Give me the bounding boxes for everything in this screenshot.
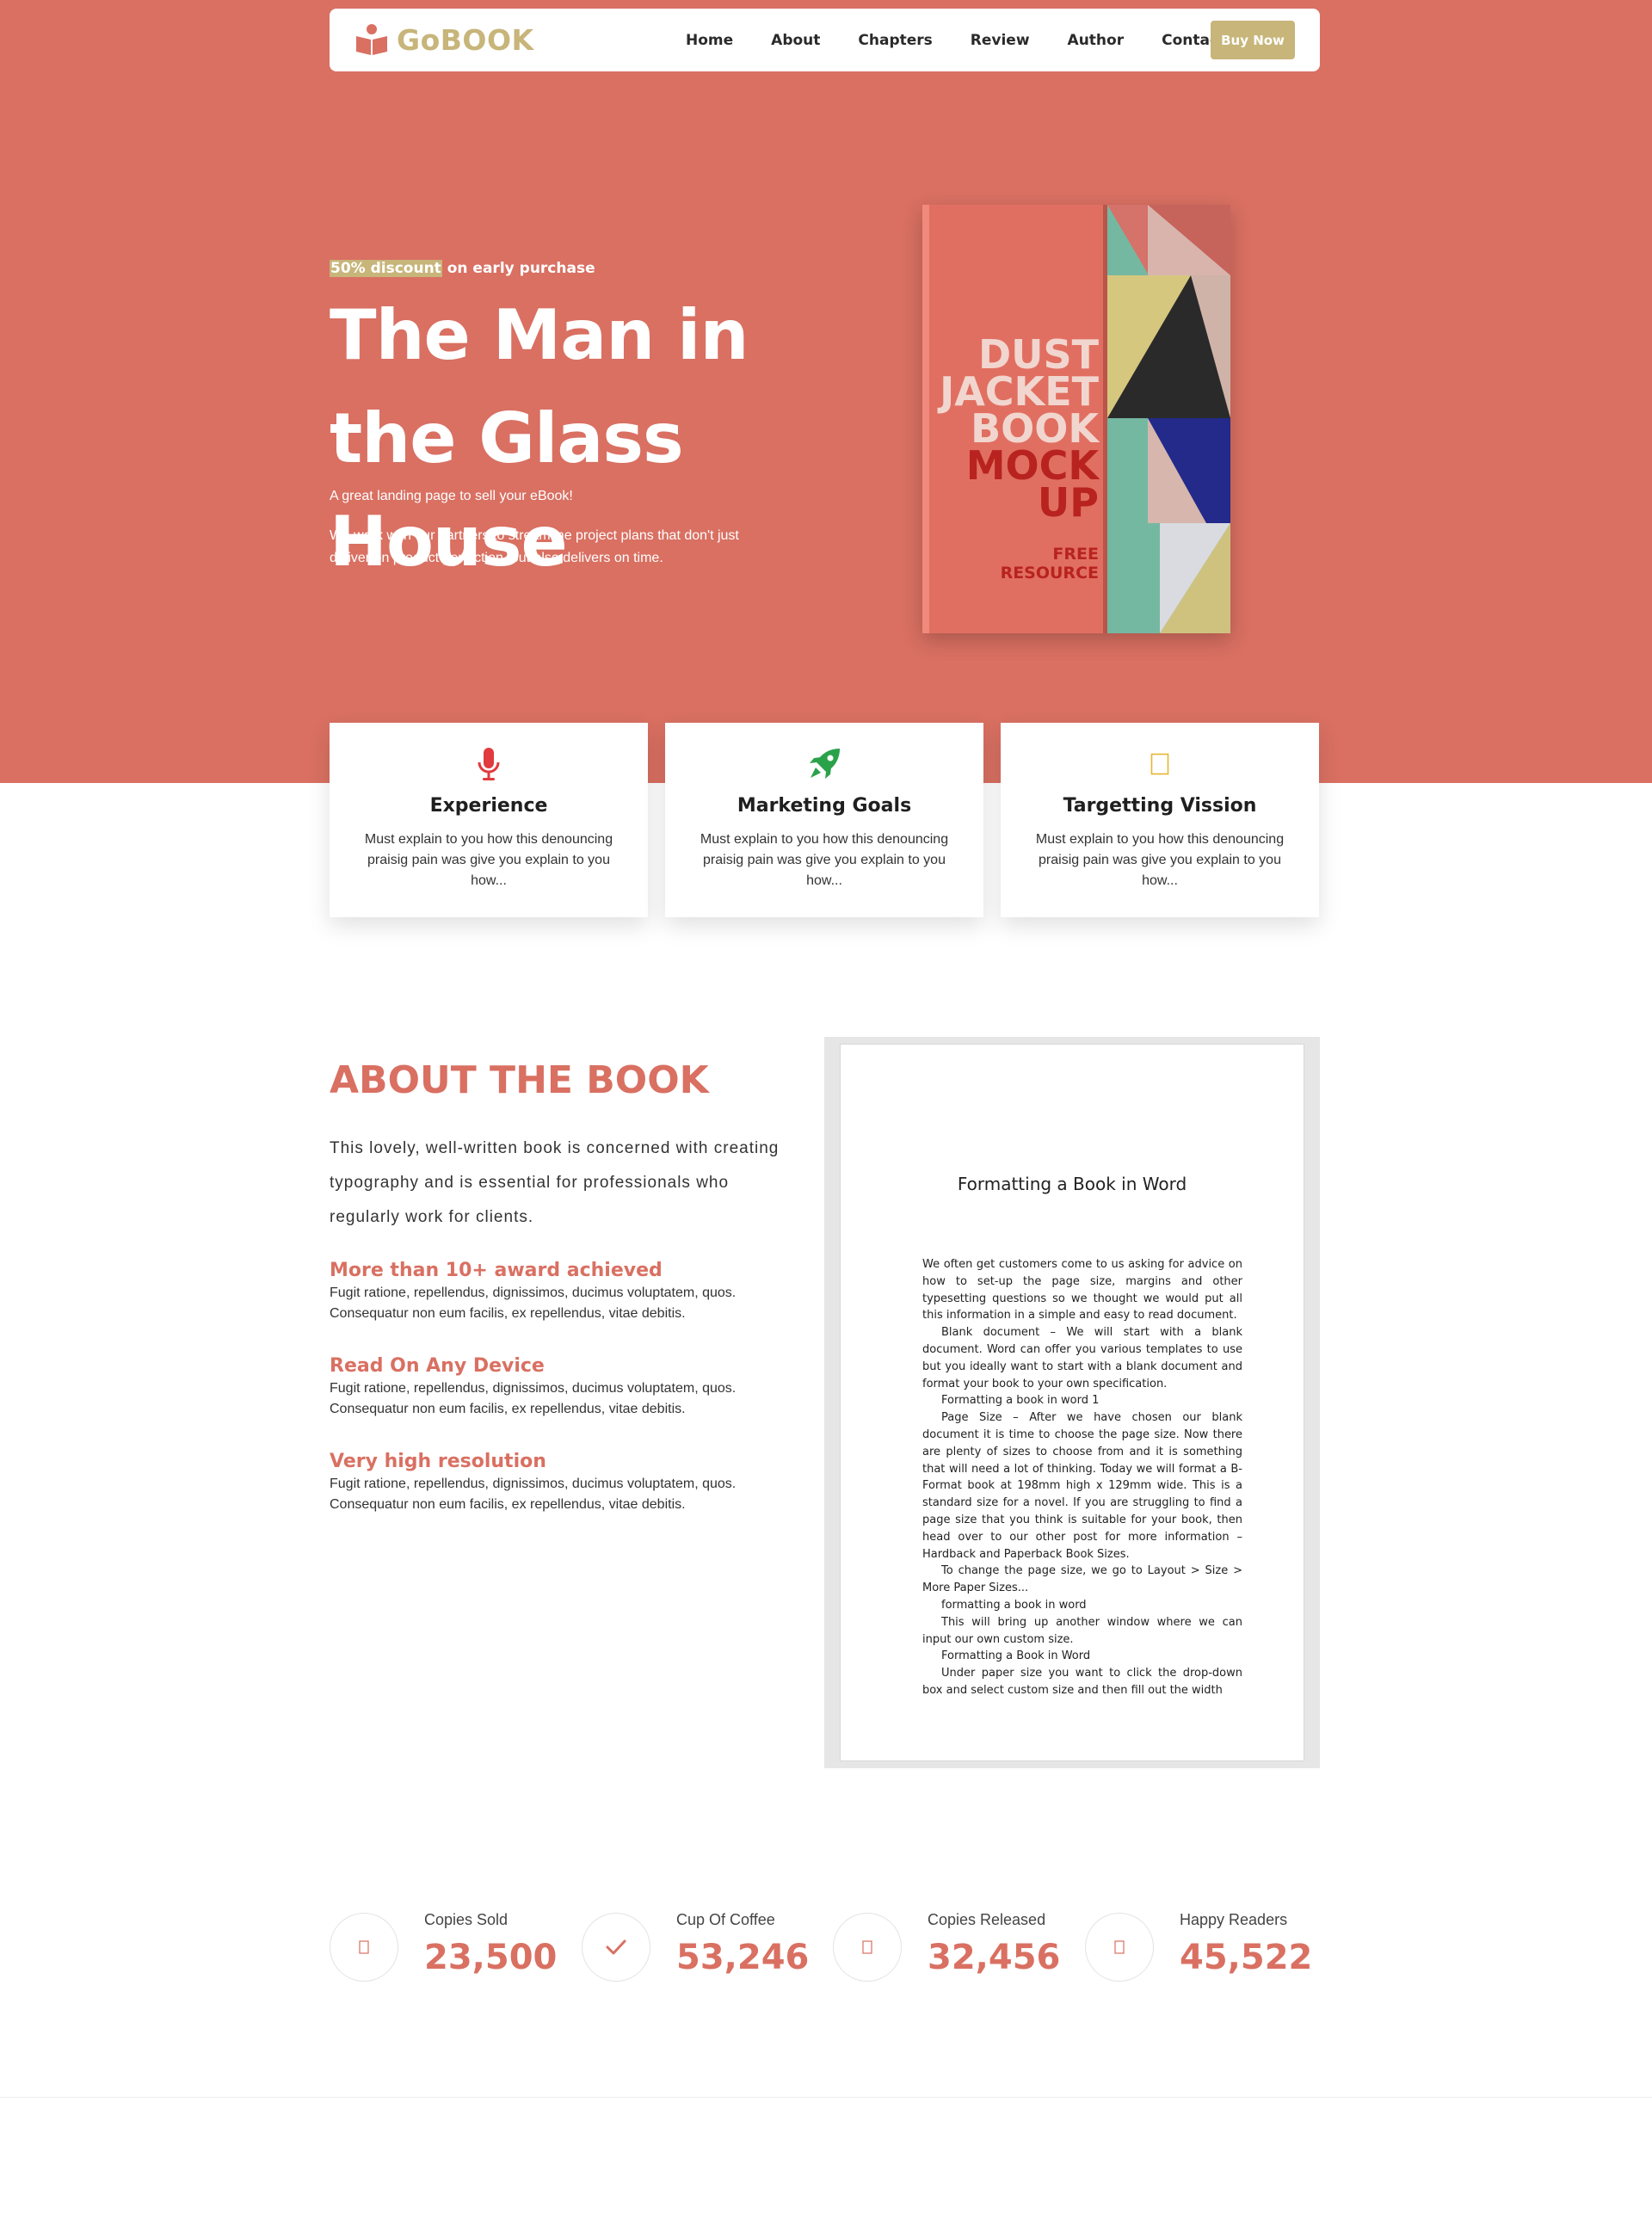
stat-icon-circle xyxy=(330,1913,398,1982)
stat-icon-circle xyxy=(582,1913,650,1982)
stat-icon-circle xyxy=(833,1913,902,1982)
document-paragraph: Formatting a Book in Word xyxy=(941,1649,1091,1663)
document-page: Formatting a Book in Word We often get c… xyxy=(840,1044,1304,1761)
stat-happy-readers: Happy Readers 45,522 xyxy=(1085,1908,1335,1986)
stat-label: Copies Sold xyxy=(424,1911,509,1928)
document-paragraph: We often get customers come to us asking… xyxy=(922,1258,1242,1323)
stat-label: Cup Of Coffee xyxy=(676,1911,775,1928)
missing-glyph-icon xyxy=(862,1940,872,1954)
book-reader-icon xyxy=(356,24,387,55)
about-point: Read On Any Device Fugit ratione, repell… xyxy=(330,1355,811,1420)
about-point-title: Very high resolution xyxy=(330,1451,546,1472)
about-point-text: Fugit ratione, repellendus, dignissimos,… xyxy=(330,1381,737,1416)
document-paragraph: To change the page size, we go to Layout… xyxy=(922,1564,1242,1595)
hero-section: GoBOOK Home About Chapters Review Author… xyxy=(0,0,1652,783)
kicker-text: on early purchase xyxy=(441,260,595,277)
about-point-text: Fugit ratione, repellendus, dignissimos,… xyxy=(330,1286,737,1321)
nav-review[interactable]: Review xyxy=(971,32,1030,49)
book-cover-free: FREE xyxy=(1052,545,1099,564)
stat-cup-of-coffee: Cup Of Coffee 53,246 xyxy=(582,1908,831,1986)
book-cover-image: DUST JACKET BOOK MOCK UP FREE RESOURCE xyxy=(922,205,1230,633)
card-title: Marketing Goals xyxy=(737,795,912,817)
about-point-text: Fugit ratione, repellendus, dignissimos,… xyxy=(330,1477,737,1512)
checkmark-icon xyxy=(606,1939,626,1955)
document-paragraph: Blank document – We will start with a bl… xyxy=(922,1326,1242,1390)
about-point-title: Read On Any Device xyxy=(330,1355,545,1377)
nav-chapters[interactable]: Chapters xyxy=(858,32,932,49)
buy-now-button[interactable]: Buy Now xyxy=(1211,21,1295,59)
nav-author[interactable]: Author xyxy=(1068,32,1125,49)
stat-value: 23,500 xyxy=(424,1938,558,1977)
stat-value: 32,456 xyxy=(928,1938,1061,1977)
stat-label: Happy Readers xyxy=(1180,1911,1288,1928)
nav-links: Home About Chapters Review Author Contac… xyxy=(686,9,1263,71)
feature-card-vission: Targetting Vission Must explain to you h… xyxy=(1001,723,1319,917)
card-text: Must explain to you how this denouncing … xyxy=(364,832,613,888)
card-text: Must explain to you how this denouncing … xyxy=(700,832,949,888)
document-paragraph: Formatting a book in word 1 xyxy=(941,1394,1100,1408)
book-cover-resource: RESOURCE xyxy=(1001,564,1099,583)
card-text: Must explain to you how this denouncing … xyxy=(1035,832,1285,888)
card-icon-wrap xyxy=(665,747,983,781)
document-paragraph: This will bring up another window where … xyxy=(922,1615,1242,1646)
hero-kicker: 50% discount on early purchase xyxy=(330,260,595,277)
missing-glyph-icon xyxy=(1150,753,1169,775)
about-point: Very high resolution Fugit ratione, repe… xyxy=(330,1451,811,1515)
card-title: Experience xyxy=(429,795,548,817)
document-paragraph: formatting a book in word xyxy=(941,1598,1087,1612)
microphone-icon xyxy=(478,748,500,780)
feature-card-marketing: Marketing Goals Must explain to you how … xyxy=(665,723,983,917)
card-icon-wrap xyxy=(1001,747,1319,781)
stat-copies-sold: Copies Sold 23,500 xyxy=(330,1908,579,1986)
about-point: More than 10+ award achieved Fugit ratio… xyxy=(330,1260,811,1324)
stat-value: 45,522 xyxy=(1180,1938,1313,1977)
stat-copies-released: Copies Released 32,456 xyxy=(833,1908,1082,1986)
about-title: ABOUT THE BOOK xyxy=(330,1058,709,1102)
hero-tagline: A great landing page to sell your eBook! xyxy=(330,489,573,503)
document-preview: Formatting a Book in Word We often get c… xyxy=(824,1037,1320,1768)
nav-home[interactable]: Home xyxy=(686,32,733,49)
document-body: We often get customers come to us asking… xyxy=(922,1256,1242,1699)
nav-about[interactable]: About xyxy=(771,32,820,49)
missing-glyph-icon xyxy=(1114,1940,1125,1954)
rocket-icon xyxy=(810,749,840,779)
document-paragraph: Under paper size you want to click the d… xyxy=(922,1667,1242,1697)
document-title: Formatting a Book in Word xyxy=(957,1174,1187,1194)
stat-icon-circle xyxy=(1085,1913,1154,1982)
footer-divider xyxy=(0,2097,1652,2098)
discount-highlight: 50% discount xyxy=(330,260,442,277)
about-lead: This lovely, well-written book is concer… xyxy=(330,1139,780,1226)
feature-card-experience: Experience Must explain to you how this … xyxy=(330,723,648,917)
book-cover-line-5: UP xyxy=(1038,479,1099,526)
hero-description: We work with our partners to streamline … xyxy=(330,528,739,565)
stat-label: Copies Released xyxy=(928,1911,1046,1928)
logo-text: GoBOOK xyxy=(397,22,534,57)
card-icon-wrap xyxy=(330,747,648,781)
document-paragraph: Page Size – After we have chosen our bla… xyxy=(922,1411,1242,1561)
logo[interactable]: GoBOOK xyxy=(355,22,534,58)
stat-value: 53,246 xyxy=(676,1938,810,1977)
card-title: Targetting Vission xyxy=(1063,795,1257,817)
navbar: GoBOOK Home About Chapters Review Author… xyxy=(330,9,1320,71)
about-point-title: More than 10+ award achieved xyxy=(330,1260,663,1281)
missing-glyph-icon xyxy=(359,1940,369,1954)
